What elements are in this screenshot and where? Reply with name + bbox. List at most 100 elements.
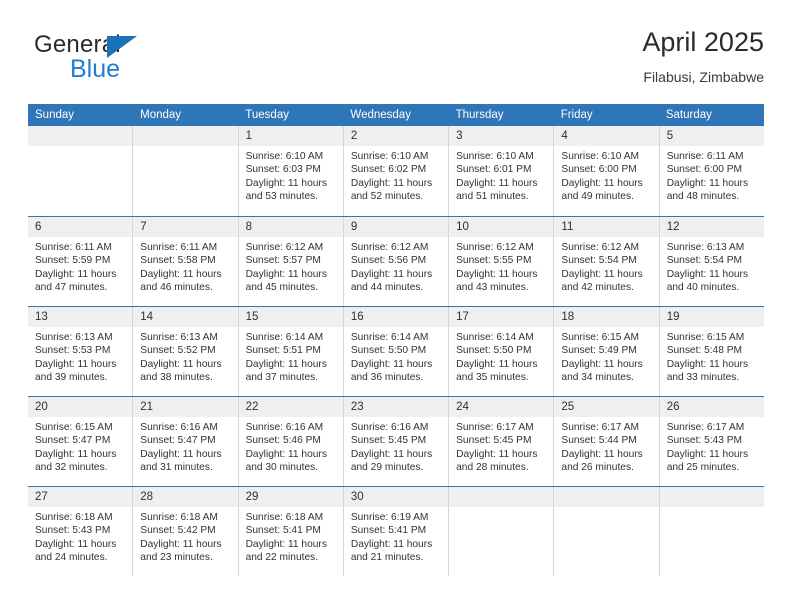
day-detail-line: Sunset: 5:54 PM (561, 255, 637, 267)
day-detail-line: Sunset: 6:01 PM (456, 164, 532, 176)
day-detail-line: Sunrise: 6:10 AM (350, 151, 429, 162)
day-details: Sunrise: 6:12 AM Sunset: 5:54 PM Daylight:… (554, 237, 658, 295)
weekday-header-friday: Friday (560, 109, 593, 121)
day-details: Sunrise: 6:14 AM Sunset: 5:50 PM Daylight:… (449, 327, 553, 385)
day-detail-line: and 23 minutes. (140, 552, 213, 564)
day-cell[interactable]: 27 Sunrise: 6:18 AM Sunset: 5:43 PM Dayligh… (28, 487, 134, 576)
day-details: Sunrise: 6:18 AM Sunset: 5:42 PM Daylight:… (133, 507, 237, 565)
day-cell[interactable]: 18 Sunrise: 6:15 AM Sunset: 5:49 PM Dayligh… (554, 307, 660, 396)
day-detail-line: Sunset: 5:56 PM (350, 255, 427, 267)
day-number: 18 (561, 311, 575, 323)
day-cell[interactable]: 8 Sunrise: 6:12 AM Sunset: 5:57 PM Daylight… (238, 217, 344, 306)
day-cell[interactable]: 9 Sunrise: 6:12 AM Sunset: 5:56 PM Daylight… (343, 217, 450, 306)
day-cell[interactable]: 22 Sunrise: 6:16 AM Sunset: 5:46 PM Dayligh… (238, 397, 344, 486)
day-number: 12 (666, 221, 680, 233)
day-cell[interactable]: 16 Sunrise: 6:14 AM Sunset: 5:50 PM Dayligh… (343, 307, 450, 396)
day-cell[interactable]: 17 Sunrise: 6:14 AM Sunset: 5:50 PM Dayligh… (449, 307, 555, 396)
day-detail-line: and 34 minutes. (561, 372, 634, 384)
day-cell[interactable]: 21 Sunrise: 6:16 AM Sunset: 5:47 PM Dayligh… (133, 397, 239, 486)
day-detail-line: Sunrise: 6:12 AM (245, 242, 324, 253)
day-details: Sunrise: 6:19 AM Sunset: 5:41 PM Daylight:… (344, 507, 448, 565)
day-detail-line: Sunset: 5:52 PM (140, 345, 216, 357)
day-cell[interactable]: 3 Sunrise: 6:10 AM Sunset: 6:01 PM Daylight… (449, 126, 555, 216)
day-detail-line: and 25 minutes. (666, 462, 740, 474)
day-details: Sunrise: 6:10 AM Sunset: 6:01 PM Daylight:… (449, 146, 553, 204)
day-details: Sunrise: 6:13 AM Sunset: 5:52 PM Daylight:… (133, 327, 237, 385)
day-details: Sunrise: 6:17 AM Sunset: 5:43 PM Daylight:… (660, 417, 764, 475)
day-cell[interactable]: 1 Sunrise: 6:10 AM Sunset: 6:03 PM Daylight… (238, 126, 344, 216)
day-number: 9 (350, 221, 358, 233)
day-number: 3 (456, 130, 463, 142)
day-cell[interactable]: 20 Sunrise: 6:15 AM Sunset: 5:47 PM Dayligh… (28, 397, 134, 486)
day-detail-line: and 53 minutes. (245, 191, 319, 203)
day-cell[interactable]: 30 Sunrise: 6:19 AM Sunset: 5:41 PM Dayligh… (343, 487, 450, 576)
day-number-strip: 8 (238, 217, 343, 237)
day-cell[interactable]: 23 Sunrise: 6:16 AM Sunset: 5:45 PM Dayligh… (343, 397, 450, 486)
day-detail-line: Sunrise: 6:12 AM (456, 242, 534, 253)
day-detail-line: Daylight: 11 hours (140, 448, 222, 460)
day-number: 16 (350, 311, 364, 323)
day-detail-line: and 49 minutes. (561, 191, 634, 203)
day-detail-line: Sunrise: 6:16 AM (140, 422, 218, 433)
day-number-strip: 10 (449, 217, 554, 237)
day-cell[interactable]: 7 Sunrise: 6:11 AM Sunset: 5:58 PM Daylight… (133, 217, 239, 306)
day-cell[interactable]: 2 Sunrise: 6:10 AM Sunset: 6:02 PM Daylight… (343, 126, 450, 216)
day-details: Sunrise: 6:11 AM Sunset: 5:59 PM Daylight:… (28, 237, 132, 295)
day-detail-line: Sunset: 5:43 PM (666, 435, 743, 447)
day-detail-line: Daylight: 11 hours (140, 358, 222, 370)
day-cell[interactable]: 6 Sunrise: 6:11 AM Sunset: 5:59 PM Daylight… (28, 217, 134, 306)
day-number: 17 (456, 311, 469, 323)
day-detail-line: Daylight: 11 hours (245, 538, 327, 550)
day-number: 30 (350, 491, 364, 503)
day-number: 22 (245, 401, 259, 413)
day-detail-line: Daylight: 11 hours (350, 358, 433, 370)
day-number: 13 (35, 311, 48, 323)
day-cell[interactable]: 12 Sunrise: 6:13 AM Sunset: 5:54 PM Dayligh… (659, 217, 764, 306)
day-details: Sunrise: 6:17 AM Sunset: 5:45 PM Daylight:… (449, 417, 553, 475)
day-cell[interactable]: 19 Sunrise: 6:15 AM Sunset: 5:48 PM Dayligh… (659, 307, 764, 396)
day-number-strip: 4 (554, 126, 659, 146)
day-detail-line: and 33 minutes. (666, 372, 740, 384)
day-detail-line: Daylight: 11 hours (561, 358, 643, 370)
day-cell[interactable]: 15 Sunrise: 6:14 AM Sunset: 5:51 PM Dayligh… (238, 307, 344, 396)
day-cell[interactable]: 10 Sunrise: 6:12 AM Sunset: 5:55 PM Dayligh… (449, 217, 555, 306)
day-cell[interactable]: 28 Sunrise: 6:18 AM Sunset: 5:42 PM Dayligh… (133, 487, 239, 576)
day-detail-line: Sunset: 6:00 PM (666, 164, 743, 176)
day-details (133, 146, 237, 150)
day-number-strip: 7 (133, 217, 238, 237)
day-number-strip: 6 (28, 217, 133, 237)
day-detail-line: Sunset: 5:45 PM (456, 435, 532, 447)
day-detail-line: Sunrise: 6:13 AM (140, 332, 218, 343)
day-detail-line: Sunrise: 6:15 AM (561, 332, 639, 343)
day-cell[interactable]: 24 Sunrise: 6:17 AM Sunset: 5:45 PM Dayligh… (449, 397, 555, 486)
day-detail-line: Daylight: 11 hours (35, 448, 117, 460)
day-details: Sunrise: 6:12 AM Sunset: 5:57 PM Daylight:… (239, 237, 343, 295)
general-blue-logo[interactable]: General Blue (34, 32, 264, 88)
day-detail-line: Sunrise: 6:12 AM (561, 242, 639, 253)
day-detail-line: Sunset: 5:55 PM (456, 255, 532, 267)
weekday-header-sunday: Sunday (35, 109, 75, 121)
day-cell[interactable]: 11 Sunrise: 6:12 AM Sunset: 5:54 PM Dayligh… (554, 217, 660, 306)
day-details: Sunrise: 6:10 AM Sunset: 6:00 PM Daylight:… (554, 146, 658, 204)
day-number-strip: 13 (28, 307, 133, 327)
day-details: Sunrise: 6:12 AM Sunset: 5:56 PM Daylight:… (344, 237, 448, 295)
day-detail-line: Daylight: 11 hours (245, 177, 327, 189)
day-number-strip: 22 (238, 397, 343, 417)
day-number-strip: 9 (343, 217, 449, 237)
day-number-strip: 26 (659, 397, 764, 417)
day-detail-line: and 43 minutes. (456, 282, 529, 294)
day-cell[interactable]: 25 Sunrise: 6:17 AM Sunset: 5:44 PM Dayligh… (554, 397, 660, 486)
day-number: 21 (140, 401, 154, 413)
day-cell[interactable]: 13 Sunrise: 6:13 AM Sunset: 5:53 PM Dayligh… (28, 307, 134, 396)
day-details: Sunrise: 6:11 AM Sunset: 5:58 PM Daylight:… (133, 237, 237, 295)
day-details: Sunrise: 6:16 AM Sunset: 5:46 PM Daylight:… (239, 417, 343, 475)
day-cell[interactable]: 4 Sunrise: 6:10 AM Sunset: 6:00 PM Daylight… (554, 126, 660, 216)
day-cell[interactable]: 29 Sunrise: 6:18 AM Sunset: 5:41 PM Dayligh… (238, 487, 344, 576)
day-cell[interactable]: 5 Sunrise: 6:11 AM Sunset: 6:00 PM Daylight… (659, 126, 764, 216)
day-number-strip: 14 (133, 307, 238, 327)
day-number-strip: 24 (449, 397, 554, 417)
day-detail-line: Daylight: 11 hours (245, 358, 327, 370)
day-cell[interactable]: 26 Sunrise: 6:17 AM Sunset: 5:43 PM Dayligh… (659, 397, 764, 486)
day-detail-line: Sunset: 5:45 PM (350, 435, 427, 447)
day-cell[interactable]: 14 Sunrise: 6:13 AM Sunset: 5:52 PM Dayligh… (133, 307, 239, 396)
